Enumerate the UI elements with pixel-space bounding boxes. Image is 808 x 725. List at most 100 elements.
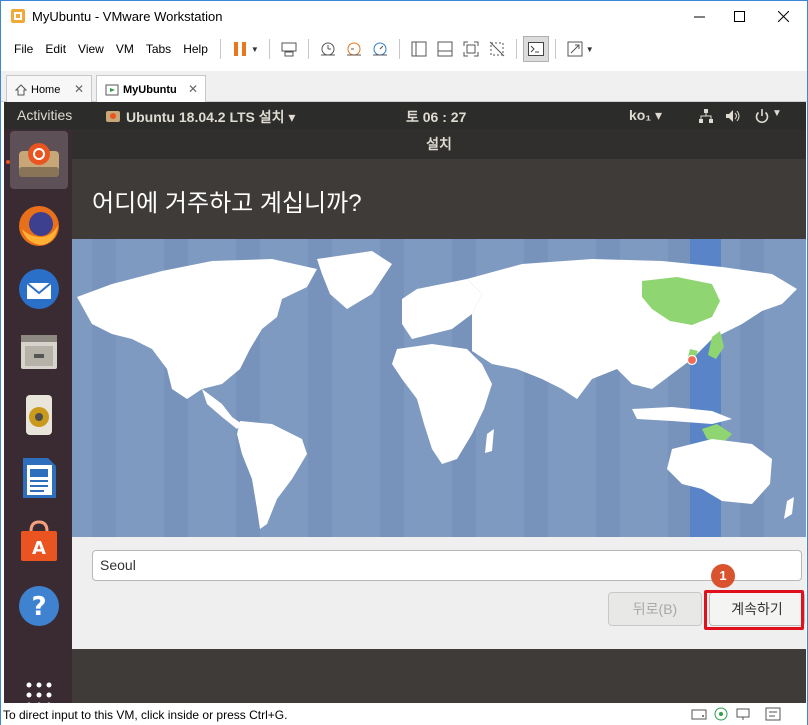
window-title: MyUbuntu - VMware Workstation bbox=[32, 9, 223, 24]
menu-edit[interactable]: Edit bbox=[39, 42, 72, 56]
ubuntu-dock: A ? bbox=[4, 129, 72, 703]
tab-home-label: Home bbox=[31, 83, 61, 96]
app-menu[interactable]: Ubuntu 18.04.2 LTS 설치 ▾ bbox=[126, 107, 295, 127]
back-button[interactable]: 뒤로(B) bbox=[608, 592, 702, 626]
close-tab-myubuntu-icon[interactable]: ✕ bbox=[188, 82, 198, 96]
show-applications-icon[interactable] bbox=[26, 682, 56, 703]
home-icon bbox=[15, 83, 27, 95]
input-method-menu[interactable]: ko₁ ▾ bbox=[629, 107, 662, 124]
menu-tabs[interactable]: Tabs bbox=[140, 42, 177, 56]
activities-button[interactable]: Activities bbox=[17, 107, 72, 123]
installer-window: 설치 어디에 거주하고 계십니까? Seoul 뒤로(B) 계속하기 bbox=[72, 129, 806, 703]
tab-myubuntu[interactable]: MyUbuntu ✕ bbox=[96, 75, 206, 103]
power-dropdown-icon[interactable]: ▼ bbox=[251, 45, 259, 54]
writer-icon bbox=[23, 458, 56, 498]
message-log-icon[interactable] bbox=[765, 707, 781, 721]
snapshot-manager-icon bbox=[372, 42, 387, 56]
world-map-graphic bbox=[72, 239, 806, 537]
svg-text:?: ? bbox=[31, 592, 46, 622]
sidebar-icon bbox=[411, 41, 427, 57]
status-bar: To direct input to this VM, click inside… bbox=[1, 704, 807, 725]
dock-thunderbird[interactable] bbox=[10, 260, 68, 318]
toolbar-separator bbox=[219, 39, 221, 59]
help-icon: ? bbox=[19, 586, 59, 626]
continue-button-highlight bbox=[704, 590, 804, 630]
menu-vm[interactable]: VM bbox=[110, 42, 140, 56]
console-view-button[interactable] bbox=[522, 36, 549, 62]
close-window-button[interactable] bbox=[765, 1, 801, 32]
location-question: 어디에 거주하고 계십니까? bbox=[92, 190, 362, 217]
dock-rhythmbox[interactable] bbox=[10, 386, 68, 444]
thunderbird-icon bbox=[19, 269, 59, 309]
pause-vm-button[interactable] bbox=[227, 36, 253, 62]
toolbar-separator bbox=[398, 39, 400, 59]
close-tab-home-icon[interactable]: ✕ bbox=[74, 82, 84, 96]
vm-tab-strip: Home ✕ MyUbuntu ✕ bbox=[1, 71, 807, 103]
snapshot-manager-button[interactable] bbox=[367, 36, 393, 62]
full-screen-button[interactable] bbox=[458, 36, 484, 62]
revert-snapshot-button[interactable] bbox=[341, 36, 367, 62]
pause-icon bbox=[233, 42, 246, 56]
clock[interactable]: 토 06 : 27 bbox=[406, 107, 466, 127]
fullscreen-icon bbox=[463, 41, 479, 57]
toolbar-separator bbox=[554, 39, 556, 59]
dock-libreoffice-writer[interactable] bbox=[10, 449, 68, 507]
installer-window-title: 설치 bbox=[72, 129, 806, 159]
thumbnail-icon bbox=[437, 41, 453, 57]
title-bar: MyUbuntu - VMware Workstation bbox=[1, 1, 807, 32]
close-icon bbox=[777, 11, 789, 22]
hard-disk-icon[interactable] bbox=[691, 707, 707, 721]
send-keys-icon bbox=[281, 42, 297, 57]
show-library-button[interactable] bbox=[406, 36, 432, 62]
tab-myubuntu-label: MyUbuntu bbox=[123, 83, 177, 96]
minimize-button[interactable] bbox=[681, 1, 717, 32]
gnome-top-bar: Activities Ubuntu 18.04.2 LTS 설치 ▾ 토 06 … bbox=[4, 102, 806, 129]
menu-toolbar: File Edit View VM Tabs Help ▼ ▼ bbox=[1, 32, 807, 66]
maximize-button[interactable] bbox=[721, 1, 757, 32]
unity-mode-button[interactable] bbox=[484, 36, 510, 62]
dock-files[interactable] bbox=[10, 323, 68, 381]
tab-home[interactable]: Home ✕ bbox=[6, 75, 92, 103]
menu-file[interactable]: File bbox=[8, 42, 39, 56]
vm-guest-display[interactable]: Activities Ubuntu 18.04.2 LTS 설치 ▾ 토 06 … bbox=[4, 102, 806, 703]
toolbar-separator bbox=[268, 39, 270, 59]
console-icon bbox=[527, 42, 544, 56]
send-ctrl-alt-del-button[interactable] bbox=[276, 36, 302, 62]
installer-app-icon bbox=[106, 111, 120, 122]
software-bag-icon: A bbox=[21, 520, 57, 561]
installer-footer bbox=[72, 649, 806, 703]
dock-ubuntu-software[interactable]: A bbox=[10, 512, 68, 570]
rhythmbox-icon bbox=[26, 395, 52, 435]
snapshot-button[interactable] bbox=[315, 36, 341, 62]
svg-text:A: A bbox=[32, 538, 46, 559]
vm-icon bbox=[105, 84, 119, 95]
timezone-map[interactable] bbox=[72, 239, 806, 537]
dock-help[interactable]: ? bbox=[10, 577, 68, 635]
status-message: To direct input to this VM, click inside… bbox=[3, 708, 288, 722]
timezone-city-input[interactable]: Seoul bbox=[92, 550, 802, 581]
power-icon[interactable] bbox=[754, 108, 770, 124]
menu-view[interactable]: View bbox=[72, 42, 110, 56]
dock-installer[interactable] bbox=[10, 131, 68, 189]
files-icon bbox=[21, 335, 57, 369]
unity-icon bbox=[489, 41, 505, 57]
stretch-guest-button[interactable] bbox=[562, 36, 588, 62]
dock-firefox[interactable] bbox=[10, 197, 68, 255]
installer-icon bbox=[19, 143, 59, 177]
stretch-icon bbox=[567, 41, 583, 57]
network-adapter-icon[interactable] bbox=[735, 707, 751, 721]
view-dropdown-icon[interactable]: ▼ bbox=[586, 45, 594, 54]
system-menu-arrow-icon[interactable]: ▼ bbox=[772, 108, 782, 119]
network-icon[interactable] bbox=[698, 108, 714, 124]
maximize-icon bbox=[733, 11, 745, 22]
snapshot-icon bbox=[320, 42, 335, 56]
volume-icon[interactable] bbox=[725, 108, 743, 124]
revert-snapshot-icon bbox=[346, 42, 361, 56]
cd-drive-icon[interactable] bbox=[713, 707, 729, 721]
vmware-window: MyUbuntu - VMware Workstation File Edit … bbox=[0, 0, 808, 725]
thumbnail-bar-button[interactable] bbox=[432, 36, 458, 62]
toolbar-separator bbox=[515, 39, 517, 59]
running-indicator bbox=[6, 160, 10, 164]
menu-help[interactable]: Help bbox=[177, 42, 214, 56]
vmware-app-icon bbox=[11, 9, 25, 23]
